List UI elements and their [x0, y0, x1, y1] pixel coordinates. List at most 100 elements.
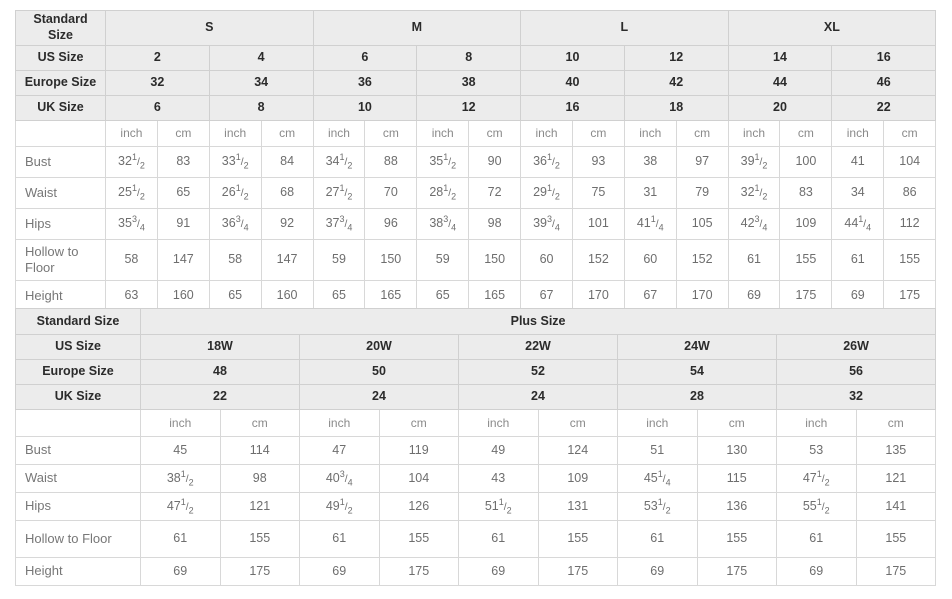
measurement-value-cm: 175 — [779, 280, 833, 312]
measurement-value-cm: 104 — [378, 464, 459, 493]
measurement-value-cm: 155 — [696, 520, 777, 558]
measurement-row: Height 69 175 69 175 69 175 69 175 69 175 — [15, 557, 937, 586]
group-header-s: S — [105, 10, 314, 46]
measurement-value-cm: 175 — [219, 557, 300, 586]
unit-label-inch: inch — [623, 120, 677, 147]
standard-size-corner-label: Standard Size — [15, 10, 106, 46]
plus-size-title: Plus Size — [139, 308, 937, 335]
measurement-value-inch: 391/2 — [727, 146, 781, 178]
measurement-value-cm: 90 — [468, 146, 522, 178]
unit-label-inch: inch — [458, 409, 539, 437]
group-header-m: M — [312, 10, 522, 46]
measurement-value-cm: 115 — [696, 464, 777, 493]
measurement-value-cm: 96 — [364, 208, 418, 240]
europe-size-value: 34 — [208, 70, 314, 96]
plus-section-header-row: Standard Size Plus Size — [15, 308, 937, 335]
measurement-value-cm: 135 — [855, 436, 937, 465]
us-size-value: 10 — [520, 45, 625, 71]
measurement-value-cm: 136 — [696, 492, 777, 521]
unit-label-cm: cm — [468, 120, 522, 147]
size-chart-page: Standard Size S M L XL US Size 2 4 6 8 10 12 14 16 Euro… — [0, 0, 952, 599]
measurement-value-inch: 381/2 — [140, 464, 221, 493]
unit-label-inch: inch — [727, 120, 781, 147]
measurement-value-inch: 60 — [520, 239, 573, 281]
measurement-value-inch: 351/2 — [416, 146, 470, 178]
measurement-value-inch: 51 — [617, 436, 698, 465]
measurement-value-inch: 63 — [105, 280, 158, 312]
europe-size-value: 48 — [140, 359, 300, 385]
unit-label-inch: inch — [776, 409, 857, 437]
uk-size-value: 6 — [105, 95, 210, 121]
measurement-value-inch: 34 — [831, 177, 885, 209]
standard-us-size-row: US Size 2 4 6 8 10 12 14 16 — [15, 45, 937, 71]
measurement-value-inch: 321/2 — [105, 146, 158, 178]
measurement-value-inch: 471/2 — [140, 492, 221, 521]
measurement-value-inch: 69 — [617, 557, 698, 586]
standard-europe-size-row: Europe Size 32 34 36 38 40 42 44 46 — [15, 70, 937, 96]
europe-size-value: 36 — [312, 70, 418, 96]
measurement-value-cm: 152 — [675, 239, 729, 281]
unit-label-cm: cm — [779, 120, 833, 147]
measurement-value-cm: 72 — [468, 177, 522, 209]
measurement-value-cm: 104 — [883, 146, 937, 178]
plus-size-table: Standard Size Plus Size US Size 18W 20W 22W 24… — [15, 308, 937, 586]
measurement-value-cm: 175 — [855, 557, 937, 586]
measurement-value-cm: 79 — [675, 177, 729, 209]
unit-label-cm: cm — [156, 120, 210, 147]
measurement-value-inch: 403/4 — [299, 464, 380, 493]
measurement-value-inch: 61 — [776, 520, 857, 558]
measurement-value-cm: 130 — [696, 436, 777, 465]
measurement-row: Height 63 160 65 160 65 165 65 165 67 170 67 170 69 17… — [15, 280, 937, 312]
measurement-label: Bust — [15, 146, 106, 178]
row-label-uk-size: UK Size — [15, 95, 106, 121]
row-label-europe-size: Europe Size — [15, 70, 106, 96]
standard-unit-row: inch cm inch cm inch cm inch cm inch cm inch cm inch… — [15, 120, 937, 147]
europe-size-value: 56 — [775, 359, 937, 385]
measurement-value-inch: 341/2 — [312, 146, 366, 178]
measurement-value-inch: 59 — [312, 239, 366, 281]
measurement-value-inch: 58 — [208, 239, 262, 281]
measurement-value-inch: 251/2 — [105, 177, 158, 209]
measurement-value-cm: 112 — [883, 208, 937, 240]
measurement-label: Hollow to Floor — [15, 239, 106, 281]
measurement-value-cm: 175 — [696, 557, 777, 586]
unit-label-cm: cm — [260, 120, 314, 147]
measurement-value-inch: 58 — [105, 239, 158, 281]
measurement-value-cm: 150 — [364, 239, 418, 281]
us-size-value: 26W — [775, 334, 937, 360]
measurement-value-cm: 100 — [779, 146, 833, 178]
measurement-value-cm: 165 — [364, 280, 418, 312]
measurement-value-cm: 155 — [378, 520, 459, 558]
measurement-value-inch: 49 — [458, 436, 539, 465]
group-header-l: L — [520, 10, 729, 46]
measurement-value-inch: 423/4 — [727, 208, 781, 240]
measurement-value-cm: 147 — [156, 239, 210, 281]
measurement-value-cm: 105 — [675, 208, 729, 240]
measurement-value-cm: 152 — [571, 239, 625, 281]
plus-us-size-row: US Size 18W 20W 22W 24W 26W — [15, 334, 937, 360]
measurement-value-cm: 175 — [883, 280, 937, 312]
measurement-row: Hollow to Floor 61 155 61 155 61 155 61 155 61 155 — [15, 520, 937, 558]
us-size-value: 14 — [727, 45, 833, 71]
measurement-value-cm: 101 — [571, 208, 625, 240]
measurement-value-inch: 61 — [617, 520, 698, 558]
measurement-value-inch: 61 — [299, 520, 380, 558]
measurement-label: Height — [15, 280, 106, 312]
measurement-value-cm: 70 — [364, 177, 418, 209]
measurement-label: Hollow to Floor — [15, 520, 141, 558]
measurement-value-cm: 155 — [883, 239, 937, 281]
measurement-value-inch: 331/2 — [208, 146, 262, 178]
measurement-value-cm: 119 — [378, 436, 459, 465]
measurement-row: Waist 251/2 65 261/2 68 271/2 70 281/2 72 291/2 75… — [15, 177, 937, 209]
measurement-value-inch: 61 — [727, 239, 781, 281]
uk-size-value: 22 — [140, 384, 300, 410]
measurement-value-cm: 98 — [219, 464, 300, 493]
measurement-value-cm: 83 — [156, 146, 210, 178]
measurement-value-cm: 155 — [855, 520, 937, 558]
measurement-value-inch: 45 — [140, 436, 221, 465]
measurement-value-inch: 69 — [299, 557, 380, 586]
measurement-value-inch: 383/4 — [416, 208, 470, 240]
measurement-value-inch: 69 — [831, 280, 885, 312]
row-label-europe-size: Europe Size — [15, 359, 141, 385]
measurement-value-inch: 281/2 — [416, 177, 470, 209]
